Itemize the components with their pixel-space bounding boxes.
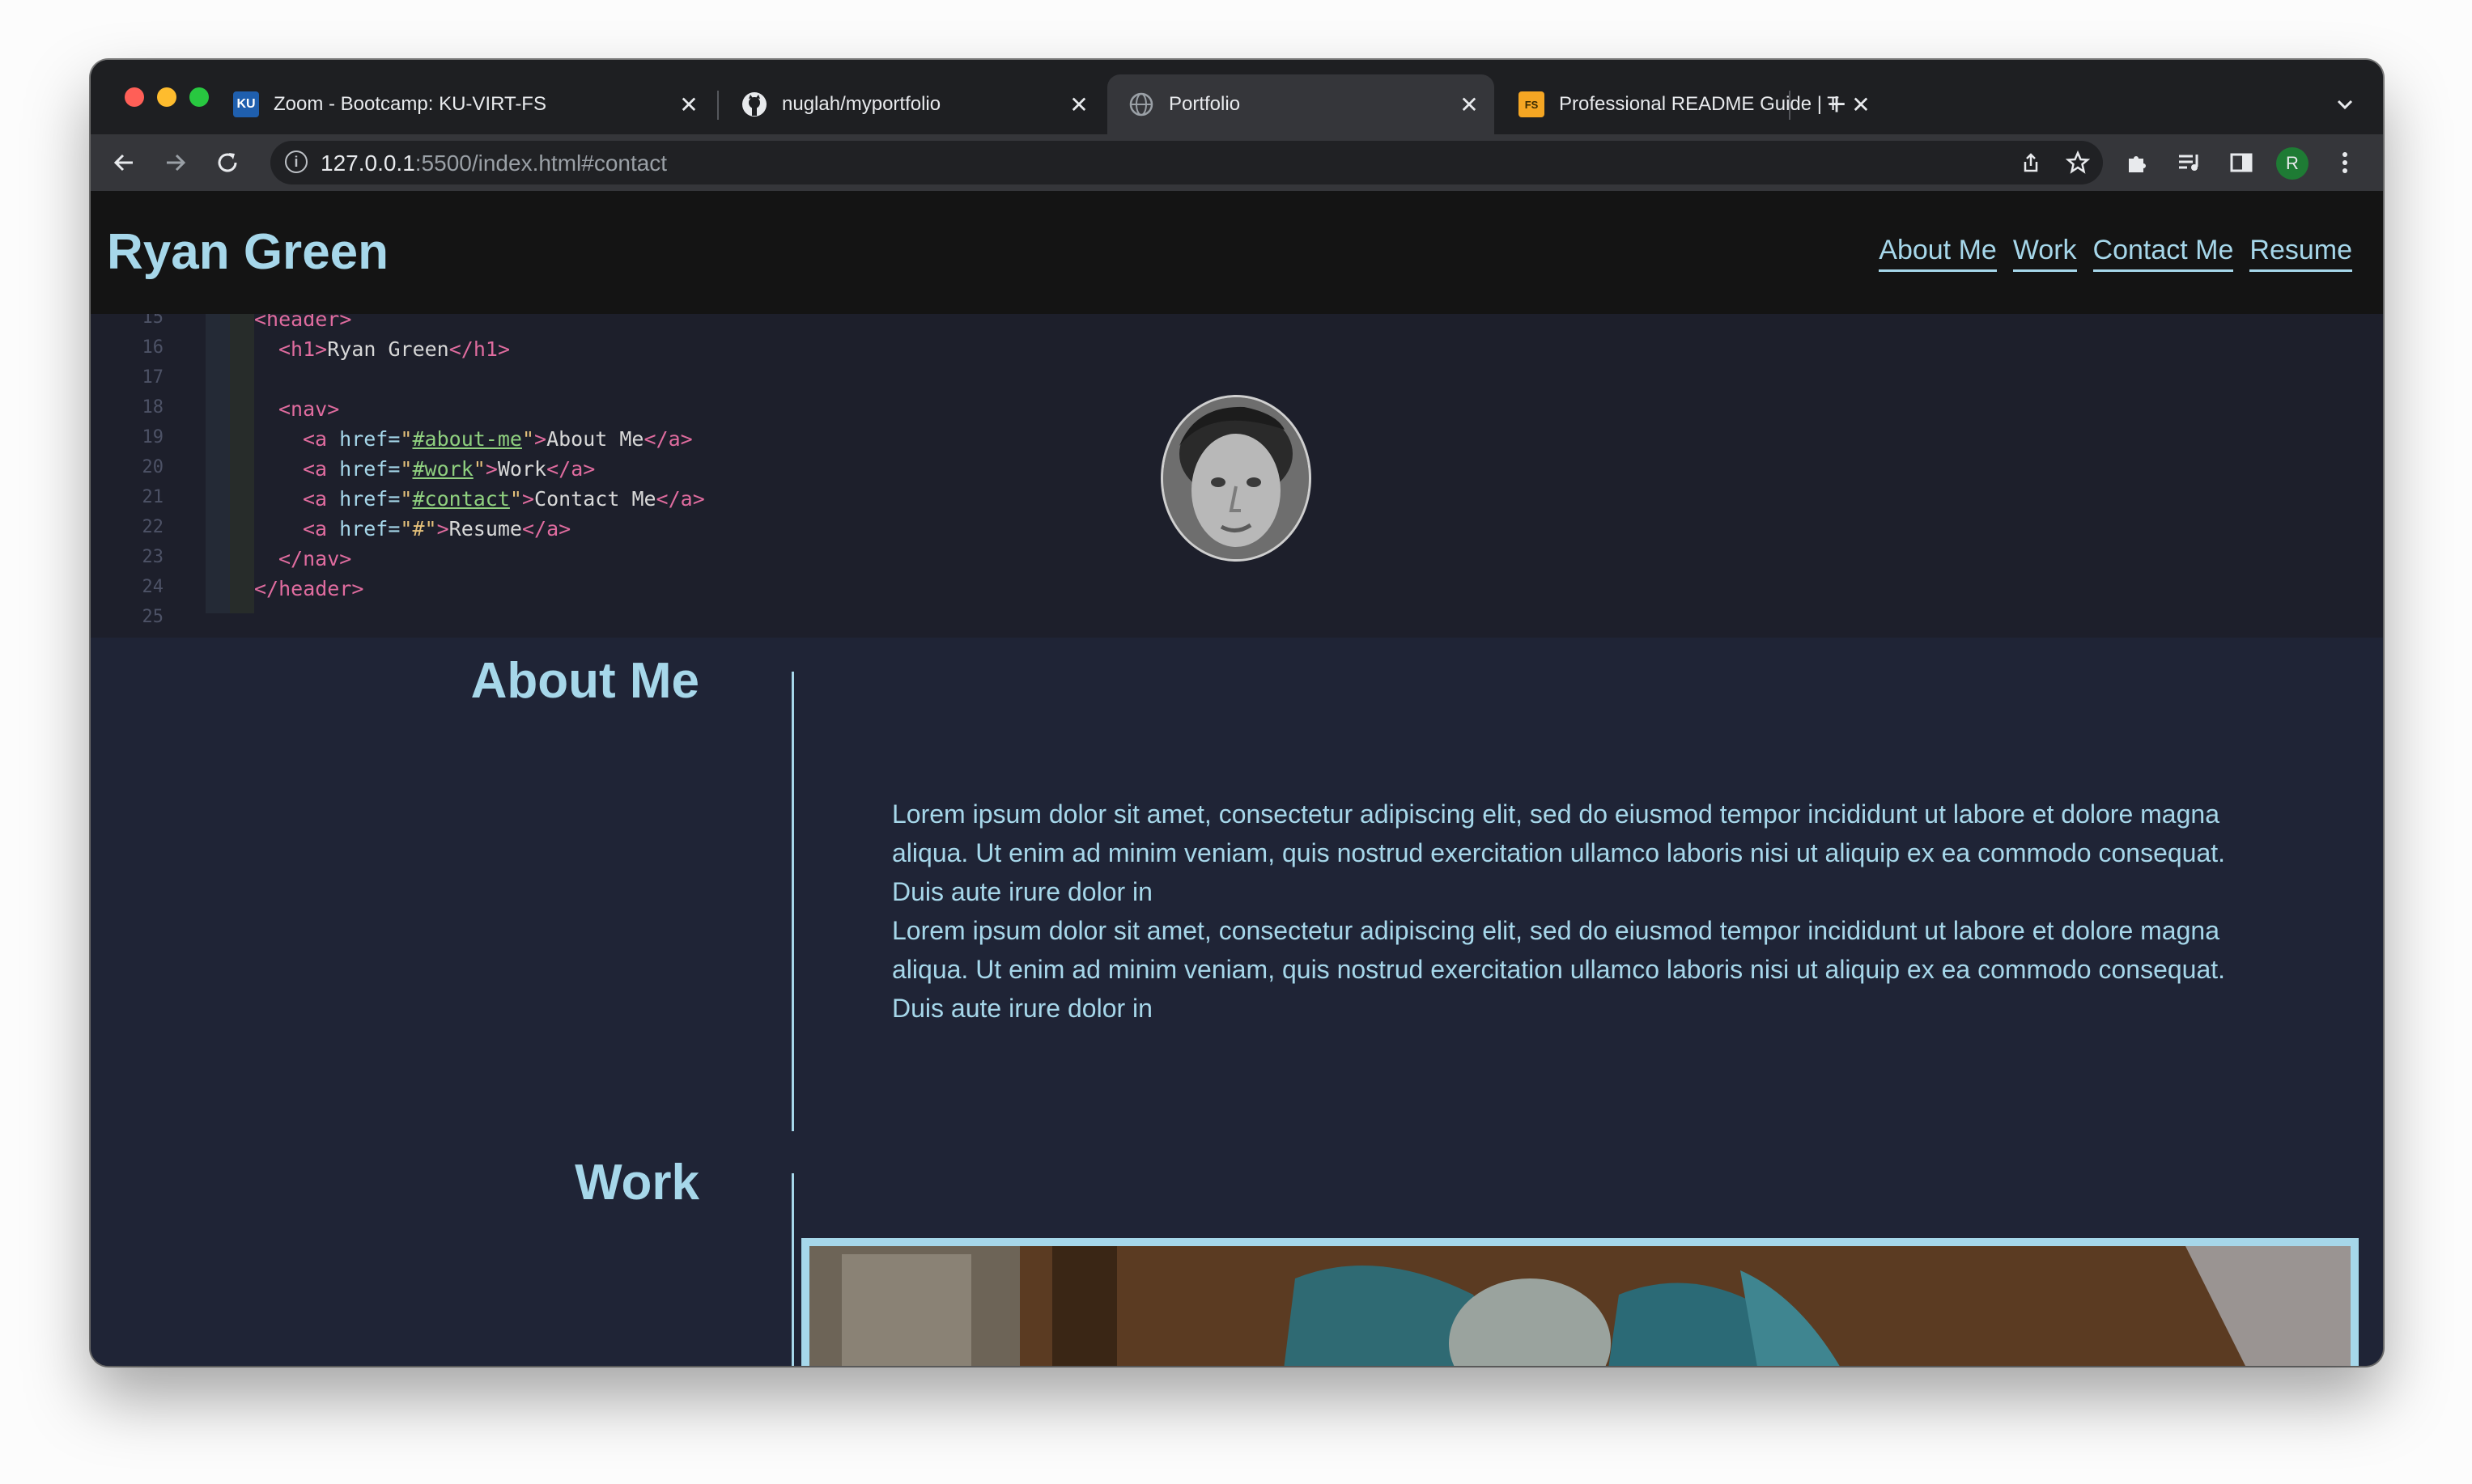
share-icon[interactable] (2014, 146, 2048, 180)
line-number: 16 (142, 337, 164, 358)
code-line: </nav> (278, 547, 352, 570)
code-line: <a href="#work">Work</a> (303, 457, 596, 481)
tab-github[interactable]: nuglah/myportfolio ✕ (720, 74, 1104, 134)
work-project-image[interactable] (801, 1238, 2359, 1366)
line-number: 20 (142, 457, 164, 477)
section-divider (792, 672, 794, 1131)
minimize-window-button[interactable] (157, 87, 176, 107)
tab-search-chevron-icon[interactable] (2325, 84, 2365, 125)
close-icon[interactable]: ✕ (1457, 92, 1481, 117)
indent-guide (230, 314, 254, 613)
about-paragraph: Lorem ipsum dolor sit amet, consectetur … (892, 799, 2226, 906)
tab-divider (1789, 91, 1790, 120)
line-number: 24 (142, 577, 164, 597)
code-line: <h1>Ryan Green</h1> (278, 337, 510, 361)
section-divider (792, 1173, 794, 1366)
code-line: <a href="#about-me">About Me</a> (303, 427, 693, 451)
about-me-text: Lorem ipsum dolor sit amet, consectetur … (892, 795, 2252, 1028)
tab-zoom[interactable]: KU Zoom - Bootcamp: KU-VIRT-FS ✕ (212, 74, 714, 134)
site-nav: About Me Work Contact Me Resume (1879, 235, 2352, 272)
bookmark-star-icon[interactable] (2061, 146, 2095, 180)
line-number: 21 (142, 487, 164, 507)
site-info-icon[interactable]: i (285, 151, 308, 173)
github-icon (741, 91, 767, 117)
ku-logo-icon: KU (233, 91, 259, 117)
extensions-puzzle-icon[interactable] (2117, 142, 2158, 183)
tab-title: Zoom - Bootcamp: KU-VIRT-FS (274, 93, 546, 115)
line-number: 17 (142, 367, 164, 388)
browser-toolbar: i 127.0.0.1:5500/index.html#contact R (91, 134, 2383, 191)
more-menu-icon[interactable] (2325, 142, 2365, 183)
line-number: 15 (142, 314, 164, 328)
nav-link-resume[interactable]: Resume (2249, 235, 2352, 272)
code-line: <a href="#">Resume</a> (303, 517, 571, 541)
new-tab-button[interactable]: + (1815, 83, 1858, 126)
close-window-button[interactable] (125, 87, 144, 107)
address-bar[interactable]: i 127.0.0.1:5500/index.html#contact (270, 141, 2103, 184)
back-button[interactable] (104, 142, 144, 183)
about-me-heading: About Me (470, 653, 699, 709)
tab-title: Portfolio (1169, 93, 1241, 115)
tab-portfolio[interactable]: Portfolio ✕ (1107, 74, 1494, 134)
globe-icon (1128, 91, 1154, 117)
fs-logo-icon: FS (1518, 91, 1544, 117)
media-queue-icon[interactable] (2169, 142, 2210, 183)
profile-avatar[interactable]: R (2276, 147, 2308, 180)
side-panel-icon[interactable] (2221, 142, 2262, 183)
nav-link-work[interactable]: Work (2012, 235, 2077, 272)
url-text[interactable]: 127.0.0.1:5500/index.html#contact (321, 151, 667, 176)
line-number: 22 (142, 517, 164, 537)
tab-divider (717, 91, 719, 120)
site-title: Ryan Green (107, 224, 389, 280)
about-paragraph: Lorem ipsum dolor sit amet, consectetur … (892, 916, 2226, 1023)
close-icon[interactable]: ✕ (1067, 92, 1091, 117)
code-line: <a href="#contact">Contact Me</a> (303, 487, 705, 511)
forward-button[interactable] (155, 142, 196, 183)
nav-link-about-me[interactable]: About Me (1879, 235, 1997, 272)
tab-strip: KU Zoom - Bootcamp: KU-VIRT-FS ✕ nuglah/… (91, 60, 2383, 134)
hero-banner: 15 16 17 18 19 20 21 22 23 24 25 <header… (91, 314, 2383, 638)
work-heading: Work (575, 1155, 699, 1211)
reload-button[interactable] (207, 142, 248, 183)
line-number: 19 (142, 427, 164, 447)
site-header: Ryan Green About Me Work Contact Me Resu… (91, 191, 2383, 314)
line-number: 25 (142, 607, 164, 627)
line-number: 18 (142, 397, 164, 418)
avatar (1161, 395, 1311, 562)
browser-window: KU Zoom - Bootcamp: KU-VIRT-FS ✕ nuglah/… (91, 60, 2383, 1366)
indent-guide (206, 314, 230, 613)
code-line: <header> (254, 314, 352, 331)
close-icon[interactable]: ✕ (677, 92, 701, 117)
nav-link-contact-me[interactable]: Contact Me (2092, 235, 2234, 272)
maximize-window-button[interactable] (189, 87, 209, 107)
tab-title: nuglah/myportfolio (782, 93, 941, 115)
line-number: 23 (142, 547, 164, 567)
code-line: </header> (254, 577, 364, 600)
page-viewport: Ryan Green About Me Work Contact Me Resu… (91, 191, 2383, 1366)
tab-title: Professional README Guide | T (1559, 93, 1839, 115)
code-line: <nav> (278, 397, 340, 421)
